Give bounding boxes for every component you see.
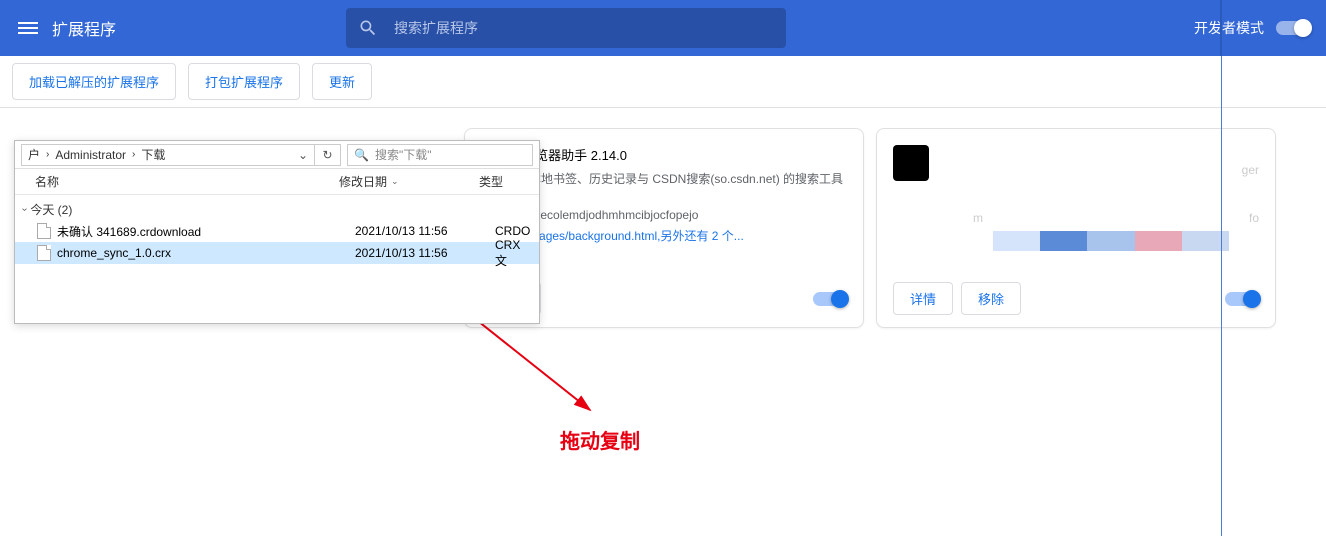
search-input[interactable] — [394, 20, 774, 36]
file-row[interactable]: chrome_sync_1.0.crx 2021/10/13 11:56 CRX… — [15, 242, 539, 264]
refresh-icon[interactable]: ↻ — [315, 144, 341, 166]
update-button[interactable]: 更新 — [312, 63, 372, 100]
group-today[interactable]: › 今天 (2) — [15, 195, 539, 220]
load-unpacked-button[interactable]: 加载已解压的扩展程序 — [12, 63, 176, 100]
dev-mode-label: 开发者模式 — [1194, 18, 1264, 38]
file-icon — [37, 245, 51, 261]
extension-card-2: ger m fo 详情 移除 — [876, 128, 1276, 328]
header-right: 开发者模式 — [1194, 18, 1310, 38]
pack-button[interactable]: 打包扩展程序 — [188, 63, 300, 100]
file-row[interactable]: 未确认 341689.crdownload 2021/10/13 11:56 C… — [15, 220, 539, 242]
extension-icon — [893, 145, 929, 181]
blurred-text: m — [973, 211, 983, 225]
header: 扩展程序 开发者模式 — [0, 0, 1326, 56]
file-icon — [37, 223, 51, 239]
file-explorer: 户› Administrator› 下载 ⌄ ↻ 🔍 搜索"下载" 名称 修改日… — [14, 140, 540, 324]
blurred-text: fo — [1249, 211, 1259, 225]
sort-desc-icon: ⌄ — [391, 176, 399, 187]
page-title: 扩展程序 — [52, 16, 116, 40]
col-type[interactable]: 类型 — [479, 173, 531, 190]
search-icon: 🔍 — [354, 148, 369, 162]
dev-mode-toggle[interactable] — [1276, 21, 1310, 35]
remove-button[interactable]: 移除 — [961, 282, 1021, 315]
divider-line — [1220, 0, 1222, 56]
details-button[interactable]: 详情 — [893, 282, 953, 315]
search-box[interactable] — [346, 8, 786, 48]
caret-icon: › — [19, 208, 30, 211]
path-breadcrumb[interactable]: 户› Administrator› 下载 ⌄ — [21, 144, 315, 166]
toolbar: 加载已解压的扩展程序 打包扩展程序 更新 — [0, 56, 1326, 108]
chevron-down-icon[interactable]: ⌄ — [298, 148, 308, 162]
annotation-text: 拖动复制 — [560, 425, 640, 454]
explorer-addressbar: 户› Administrator› 下载 ⌄ ↻ 🔍 搜索"下载" — [15, 141, 539, 169]
card-view-link[interactable]: pages/background.html,另外还有 2 个... — [532, 229, 743, 243]
extension-toggle[interactable] — [813, 292, 847, 306]
col-date[interactable]: 修改日期 ⌄ — [339, 173, 479, 190]
menu-icon[interactable] — [16, 16, 40, 40]
explorer-search[interactable]: 🔍 搜索"下载" — [347, 144, 533, 166]
column-headers: 名称 修改日期 ⌄ 类型 — [15, 169, 539, 195]
extension-toggle[interactable] — [1225, 292, 1259, 306]
search-icon — [358, 18, 378, 38]
col-name[interactable]: 名称 — [23, 173, 339, 190]
card-footer: 详情 移除 — [893, 282, 1259, 315]
blurred-text: ger — [1242, 163, 1259, 177]
divider-line — [1221, 56, 1222, 536]
